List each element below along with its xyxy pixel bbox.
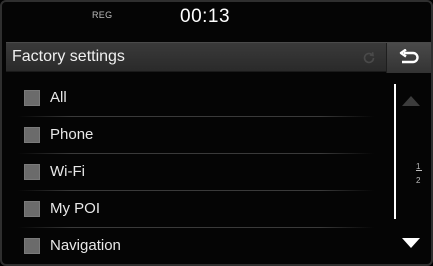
scroll-bar[interactable]: 1 2	[392, 72, 431, 264]
screen-frame: REG 00:13 Factory settings All Phone Wi-…	[0, 0, 433, 266]
list-item[interactable]: All	[6, 81, 386, 117]
list-item-label: Navigation	[50, 237, 121, 254]
checkbox[interactable]	[24, 90, 40, 106]
list-item-label: My POI	[50, 200, 101, 217]
checkbox[interactable]	[24, 201, 40, 217]
status-bar: REG 00:13	[2, 2, 431, 40]
settings-list: All Phone Wi-Fi My POI Navigation	[6, 81, 390, 264]
back-arrow-icon	[399, 49, 419, 64]
list-item-label: All	[50, 89, 67, 106]
status-mode: REG	[92, 10, 113, 20]
list-item[interactable]: Phone	[6, 118, 386, 154]
checkbox[interactable]	[24, 164, 40, 180]
checkbox[interactable]	[24, 238, 40, 254]
reset-button[interactable]	[354, 45, 384, 71]
page-total: 2	[416, 176, 421, 185]
list-item-label: Wi-Fi	[50, 163, 85, 180]
list-item-label: Phone	[50, 126, 94, 143]
triangle-down-icon[interactable]	[402, 238, 420, 248]
triangle-up-icon[interactable]	[402, 96, 420, 106]
list-item[interactable]: My POI	[6, 192, 386, 228]
list-item[interactable]: Navigation	[6, 229, 386, 264]
back-button[interactable]	[386, 43, 431, 73]
status-clock: 00:13	[180, 6, 231, 27]
page-divider	[416, 170, 422, 171]
list-item[interactable]: Wi-Fi	[6, 155, 386, 191]
checkbox[interactable]	[24, 127, 40, 143]
scroll-thumb[interactable]	[394, 84, 396, 219]
title-bar: Factory settings	[6, 42, 431, 73]
page-title: Factory settings	[12, 48, 125, 65]
refresh-icon	[363, 52, 375, 64]
